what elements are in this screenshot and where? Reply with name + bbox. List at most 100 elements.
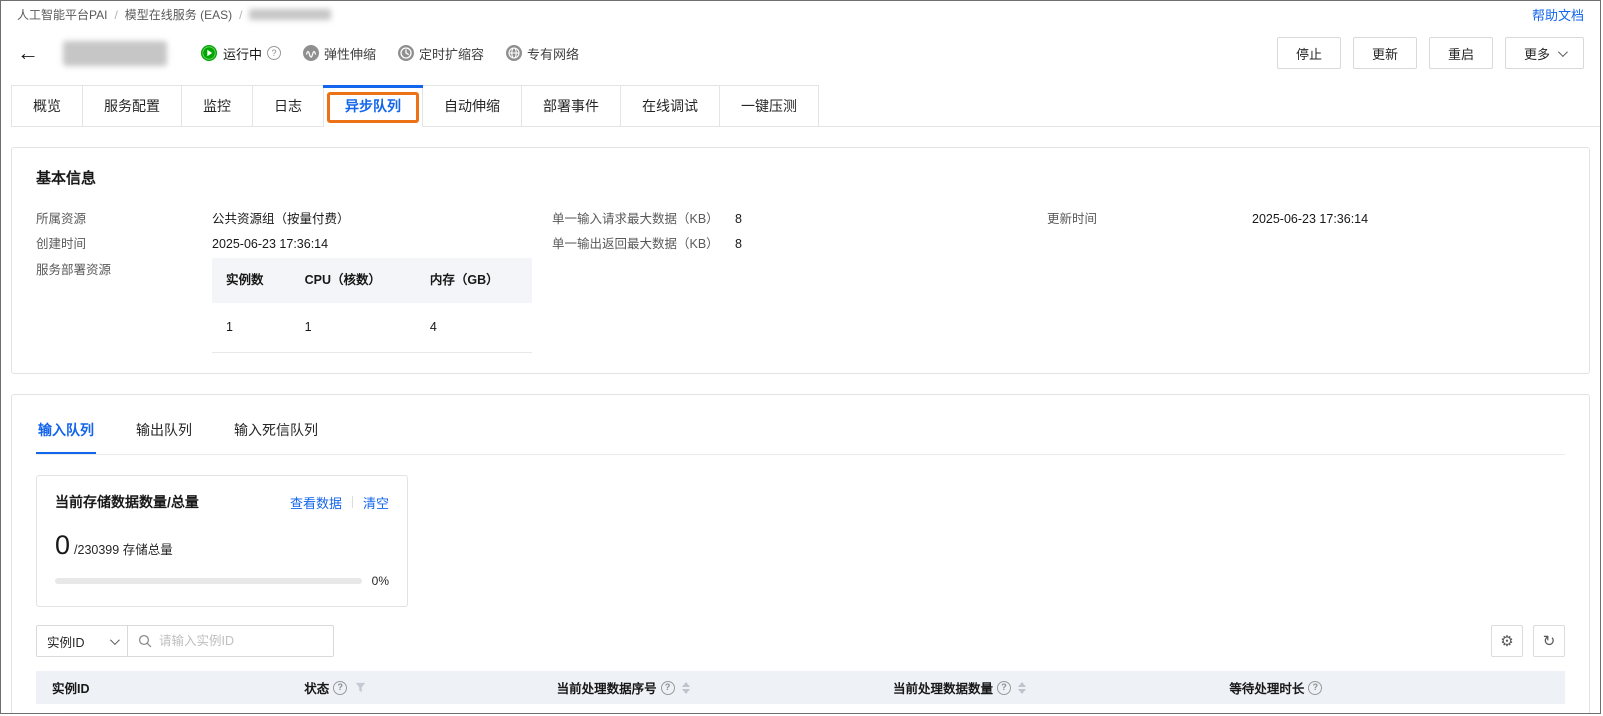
elastic-scaling-icon [303, 45, 320, 61]
basic-info-title: 基本信息 [36, 170, 97, 187]
async-queue-card: 输入队列 输出队列 输入死信队列 当前存储数据数量/总量 查看数据 清空 0 /… [11, 394, 1590, 713]
col-current-count-label: 当前处理数据数量 [892, 682, 993, 696]
tab-deployment-events[interactable]: 部署事件 [522, 85, 621, 127]
breadcrumb: 人工智能平台PAI / 模型在线服务 (EAS) / 帮助文档 [1, 1, 1600, 28]
more-button[interactable]: 更多 [1504, 37, 1584, 69]
gear-icon: ⚙ [1500, 633, 1514, 650]
tab-service-config[interactable]: 服务配置 [83, 85, 182, 127]
tab-async-queue[interactable]: 异步队列 [323, 85, 423, 127]
updated-time-value: 2025-06-23 17:36:14 [1252, 212, 1369, 226]
field-max-input: 单一输入请求最大数据（KB） 8 [552, 207, 1047, 232]
instances-table-header-row: 实例ID 状态 当前处理数据序号 [36, 671, 1565, 704]
created-time-value: 2025-06-23 17:36:14 [212, 237, 329, 251]
stored-count-value: 0 [55, 530, 71, 560]
view-data-link[interactable]: 查看数据 [290, 493, 342, 512]
seq-col-help-icon[interactable] [660, 680, 675, 695]
tab-auto-scaling[interactable]: 自动伸缩 [423, 85, 522, 127]
instance-search-box [128, 625, 334, 657]
breadcrumb-separator: / [114, 7, 118, 22]
tab-logs[interactable]: 日志 [253, 85, 324, 127]
tab-overview[interactable]: 概览 [11, 85, 83, 127]
main-tabbar: 概览 服务配置 监控 日志 异步队列 自动伸缩 部署事件 在线调试 一键压测 [1, 85, 1600, 127]
refresh-icon: ↻ [1542, 633, 1556, 650]
back-arrow-icon[interactable]: ← [17, 42, 39, 64]
chevron-down-icon [109, 634, 120, 645]
sort-icon[interactable] [1017, 681, 1026, 694]
cell-current-count: 0 [876, 704, 1214, 713]
field-deploy-resource: 服务部署资源 实例数 CPU（核数） 内存（GB） 1 1 4 [36, 258, 552, 353]
basic-info-col-mid: 单一输入请求最大数据（KB） 8 单一输出返回最大数据（KB） 8 [552, 207, 1047, 353]
breadcrumb-separator: / [239, 7, 243, 22]
service-header: ← 运行中 弹性伸缩 定时扩缩容 [1, 28, 1600, 79]
update-button[interactable]: 更新 [1352, 37, 1417, 69]
basic-info-col-right: 更新时间 2025-06-23 17:36:14 [1047, 207, 1565, 353]
chevron-down-icon [1557, 46, 1568, 57]
table-row[interactable]: te 5f [36, 704, 1565, 713]
res-table-row: 1 1 4 [212, 303, 532, 353]
filter-funnel-icon[interactable] [355, 682, 366, 693]
search-icon [138, 634, 152, 648]
updated-time-label: 更新时间 [1047, 212, 1098, 226]
queue-tab-output[interactable]: 输出队列 [134, 408, 194, 454]
refresh-button[interactable]: ↻ [1533, 625, 1565, 657]
col-instance-id: 实例ID [36, 671, 289, 704]
link-divider [351, 496, 353, 508]
instance-search-input[interactable] [159, 634, 323, 648]
scheduled-scaling-label: 定时扩缩容 [419, 46, 485, 62]
tab-online-debug[interactable]: 在线调试 [621, 85, 720, 127]
vpc-network-icon [506, 45, 523, 61]
status-label: 运行中 [223, 46, 263, 62]
res-memory-value: 4 [415, 303, 532, 353]
created-time-label: 创建时间 [36, 237, 87, 251]
queue-tab-dead-letter[interactable]: 输入死信队列 [232, 408, 320, 454]
stop-button[interactable]: 停止 [1276, 37, 1341, 69]
breadcrumb-item-eas[interactable]: 模型在线服务 (EAS) [125, 6, 232, 23]
scheduled-scaling-icon [398, 45, 415, 61]
col-instance-id-label: 实例ID [52, 682, 90, 696]
count-col-help-icon[interactable] [996, 680, 1011, 695]
field-updated-time: 更新时间 2025-06-23 17:36:14 [1047, 207, 1565, 232]
wait-col-help-icon[interactable] [1308, 680, 1323, 695]
status-col-help-icon[interactable] [333, 680, 348, 695]
cell-status: 运行中 [288, 704, 541, 713]
storage-progress-row: 0% [55, 574, 389, 588]
max-output-label: 单一输出返回最大数据（KB） [552, 237, 719, 251]
breadcrumb-item-pai[interactable]: 人工智能平台PAI [17, 6, 107, 23]
elastic-scaling-label: 弹性伸缩 [324, 46, 377, 62]
tab-async-queue-label: 异步队列 [345, 98, 401, 114]
elastic-scaling-badge: 弹性伸缩 [303, 44, 376, 63]
storage-progress-bar [55, 578, 362, 584]
stored-total-label: /230399 存储总量 [74, 543, 173, 557]
queue-tabbar: 输入队列 输出队列 输入死信队列 [36, 395, 1565, 455]
res-cpu-value: 1 [290, 303, 416, 353]
clear-queue-link[interactable]: 清空 [363, 493, 389, 512]
filter-field-select[interactable]: 实例ID [36, 625, 128, 657]
sort-icon[interactable] [681, 681, 690, 694]
storage-progress-percent: 0% [371, 574, 389, 588]
res-instances-value: 1 [212, 303, 291, 353]
restart-button[interactable]: 重启 [1428, 37, 1493, 69]
cell-instance-id: te 5f [36, 704, 289, 713]
breadcrumb-item-service-redacted [249, 9, 332, 20]
field-owner-resource: 所属资源 公共资源组（按量付费） [36, 207, 552, 232]
queue-tab-input[interactable]: 输入队列 [36, 408, 96, 454]
pai-eas-service-page: 人工智能平台PAI / 模型在线服务 (EAS) / 帮助文档 ← 运行中 弹性… [0, 0, 1601, 714]
res-col-memory: 内存（GB） [415, 258, 532, 303]
max-input-label: 单一输入请求最大数据（KB） [552, 212, 719, 226]
max-output-value: 8 [735, 237, 742, 251]
basic-info-col-left: 所属资源 公共资源组（按量付费） 创建时间 2025-06-23 17:36:1… [36, 207, 552, 353]
help-doc-link[interactable]: 帮助文档 [1532, 5, 1584, 24]
storage-count-row: 0 /230399 存储总量 [55, 530, 389, 561]
basic-info-grid: 所属资源 公共资源组（按量付费） 创建时间 2025-06-23 17:36:1… [36, 207, 1565, 353]
tab-stress-test[interactable]: 一键压测 [720, 85, 819, 127]
col-status-label: 状态 [304, 682, 330, 696]
running-status-icon [201, 45, 217, 61]
storage-card-title: 当前存储数据数量/总量 [55, 494, 199, 510]
tab-monitoring[interactable]: 监控 [182, 85, 253, 127]
column-settings-button[interactable]: ⚙ [1491, 625, 1523, 657]
status-help-icon[interactable] [267, 46, 282, 60]
deploy-resource-table: 实例数 CPU（核数） 内存（GB） 1 1 4 [212, 258, 532, 353]
more-button-label: 更多 [1523, 46, 1550, 62]
deploy-resource-label: 服务部署资源 [36, 263, 112, 277]
scheduled-scaling-badge: 定时扩缩容 [398, 44, 484, 63]
